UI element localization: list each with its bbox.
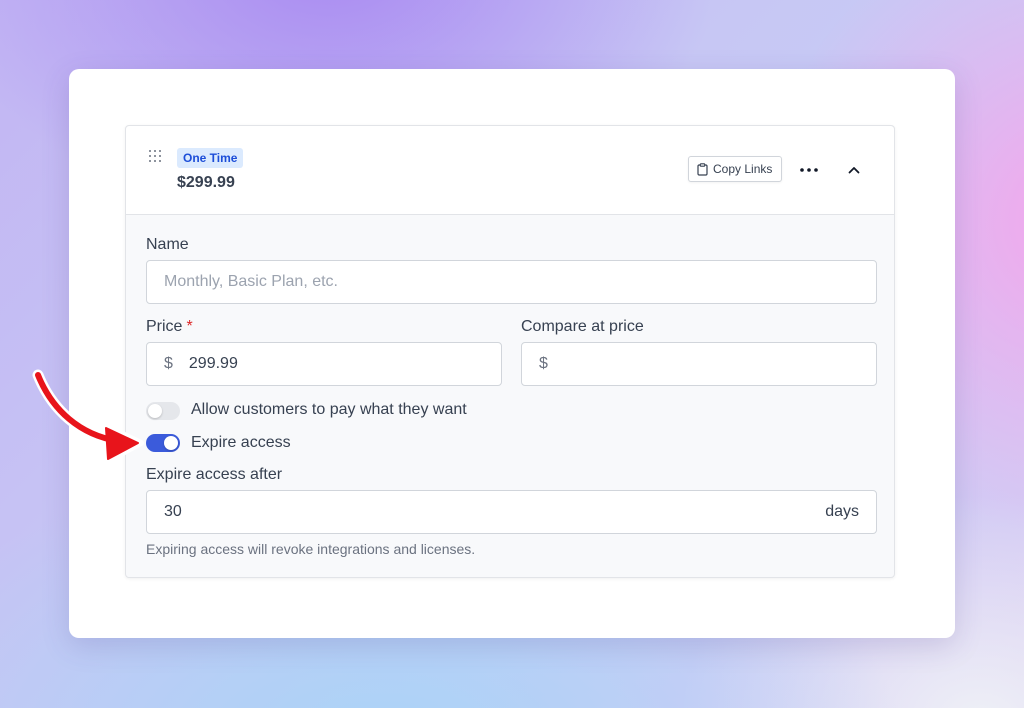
compare-price-label: Compare at price <box>521 318 644 335</box>
copy-links-button[interactable]: Copy Links <box>688 156 783 182</box>
expire-help-text: Expiring access will revoke integrations… <box>146 541 476 557</box>
expire-after-unit: days <box>825 503 859 520</box>
name-input[interactable]: Monthly, Basic Plan, etc. <box>146 260 877 304</box>
chevron-up-icon <box>848 167 860 174</box>
more-options-button[interactable] <box>796 160 822 180</box>
clipboard-icon <box>697 162 708 176</box>
variant-header[interactable]: One Time $299.99 Copy Links <box>126 126 894 215</box>
collapse-button[interactable] <box>842 158 866 182</box>
variant-panel: One Time $299.99 Copy Links Name Monthly… <box>125 125 895 578</box>
more-horizontal-icon <box>800 168 818 172</box>
product-variant-card: One Time $299.99 Copy Links Name Monthly… <box>69 69 955 638</box>
expire-after-value: 30 <box>164 503 182 520</box>
red-arrow-annotation <box>32 369 144 465</box>
expire-access-label: Expire access <box>191 434 291 451</box>
expire-after-input[interactable]: 30 days <box>146 490 877 534</box>
pay-what-you-want-label: Allow customers to pay what they want <box>191 401 467 418</box>
compare-currency-prefix: $ <box>539 355 548 372</box>
copy-links-label: Copy Links <box>713 162 773 176</box>
compare-price-input[interactable]: $ <box>521 342 877 386</box>
